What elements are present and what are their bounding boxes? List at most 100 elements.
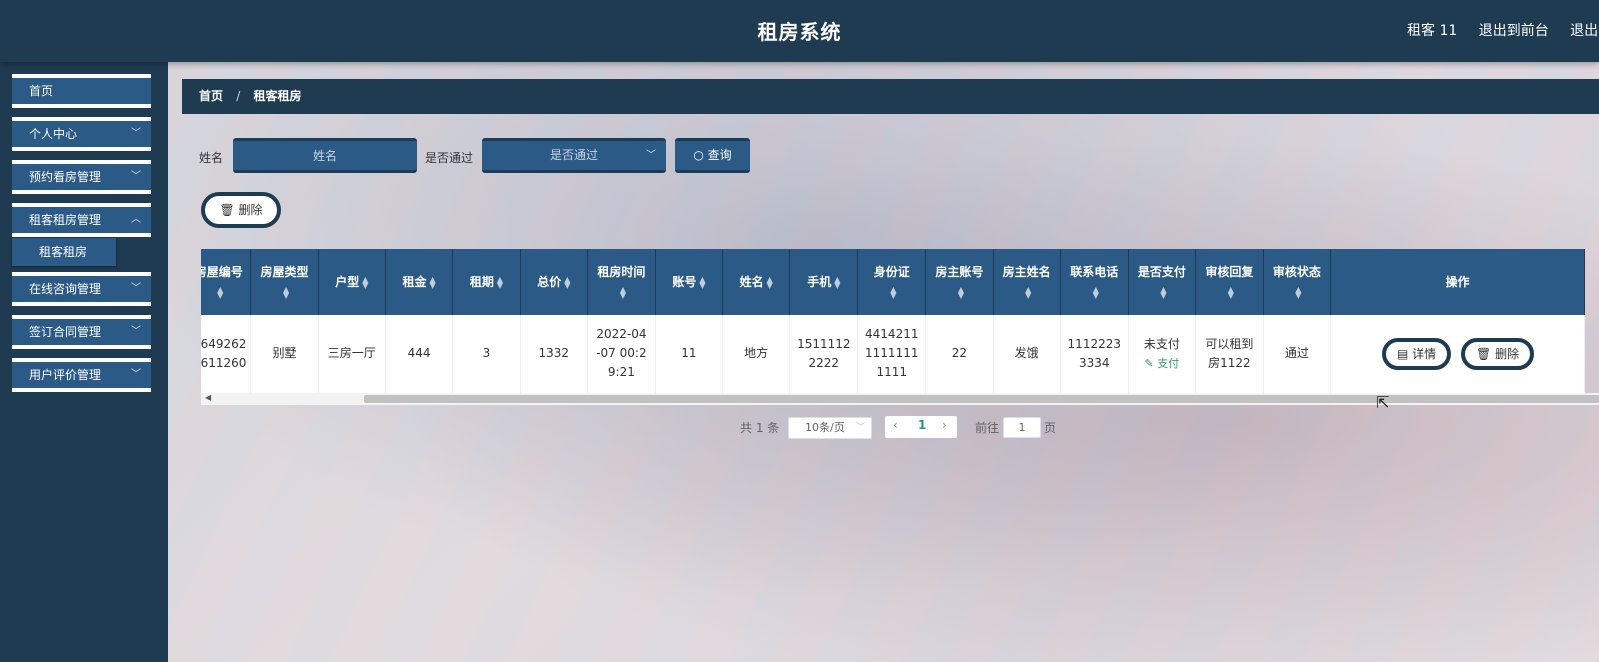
sort-icon[interactable]: ▲ ▼	[958, 285, 964, 299]
scroll-left-icon[interactable]: ◀	[205, 393, 211, 402]
name-search-input[interactable]	[233, 138, 417, 173]
sort-icon[interactable]: ▲ ▼	[1025, 285, 1031, 299]
sidebar-item-user-reviews[interactable]: 用户评价管理 ﹀	[12, 358, 151, 392]
column-header-layout[interactable]: 户型 ▲ ▼	[318, 249, 386, 315]
chevron-down-icon: ﹀	[131, 326, 141, 337]
column-header-account[interactable]: 账号 ▲ ▼	[655, 249, 724, 315]
row-delete-button[interactable]: 🗑 删除	[1461, 337, 1535, 370]
column-header-rent[interactable]: 租金 ▲ ▼	[385, 249, 454, 315]
app-title: 租房系统	[757, 20, 842, 44]
current-user: 租客 11	[1407, 23, 1458, 39]
detail-button[interactable]: ▤ 详情	[1381, 337, 1452, 370]
cell-paid: 未支付 ✎ 支付	[1128, 315, 1197, 394]
column-header-actions: 操作	[1330, 249, 1586, 315]
name-label: 姓名	[199, 151, 224, 165]
column-header-id-card[interactable]: 身份证 ▲ ▼	[857, 249, 927, 315]
column-header-contact[interactable]: 联系电话 ▲ ▼	[1060, 249, 1129, 315]
column-header-house-type[interactable]: 房屋类型 ▲ ▼	[250, 249, 319, 315]
column-header-name[interactable]: 姓名 ▲ ▼	[722, 249, 791, 315]
sort-icon[interactable]: ▲ ▼	[1228, 285, 1234, 299]
column-header-phone[interactable]: 手机 ▲ ▼	[789, 249, 859, 315]
pagination-total: 共 1 条	[740, 421, 780, 435]
batch-delete-button[interactable]: 🗑 删除	[201, 192, 281, 228]
sort-icon[interactable]: ▲ ▼	[1295, 285, 1301, 299]
sort-icon[interactable]: ▲ ▼	[890, 285, 896, 299]
sidebar-item-label: 个人中心	[29, 127, 78, 141]
chevron-up-icon: ︿	[131, 214, 141, 225]
column-header-review-status[interactable]: 审核状态 ▲ ▼	[1263, 249, 1331, 315]
sidebar-item-home[interactable]: 首页	[12, 74, 151, 108]
scrollbar-thumb[interactable]	[364, 395, 1599, 403]
pass-status-select[interactable]: 是否通过 ﹀	[482, 138, 666, 173]
back-to-front-link[interactable]: 退出到前台	[1479, 23, 1549, 39]
cell-house-no: 1649262 611260	[201, 315, 252, 394]
sort-icon[interactable]: ▲ ▼	[283, 285, 289, 299]
sidebar-item-label: 预约看房管理	[29, 170, 102, 184]
pass-label: 是否通过	[425, 151, 474, 165]
sort-icon[interactable]: ▲ ▼	[620, 285, 626, 299]
cell-id-card: 4414211 1111111 1111	[857, 315, 927, 394]
row-delete-label: 删除	[1495, 346, 1520, 361]
chevron-down-icon: ﹀	[131, 128, 141, 139]
mouse-cursor-icon: ⇱	[1376, 393, 1390, 412]
cell-contact: 1112223 3334	[1060, 315, 1129, 394]
pay-link[interactable]: ✎ 支付	[1129, 354, 1195, 373]
cell-house-type: 别墅	[250, 315, 319, 394]
sort-icon[interactable]: ▲ ▼	[497, 275, 503, 289]
page-size-select[interactable]: 10条/页 ﹀	[788, 417, 872, 439]
edit-icon: ✎	[1144, 356, 1154, 370]
logout-link[interactable]: 退出登	[1570, 23, 1599, 39]
breadcrumb-home[interactable]: 首页	[199, 89, 223, 103]
sort-icon[interactable]: ▲ ▼	[564, 275, 570, 289]
sort-icon[interactable]: ▲ ▼	[430, 275, 436, 289]
sidebar-item-label: 首页	[29, 84, 54, 98]
trash-icon: 🗑	[1476, 346, 1492, 361]
cell-rent-time: 2022-04 -07 00:2 9:21	[587, 315, 656, 394]
sidebar-item-label: 在线咨询管理	[29, 282, 102, 296]
sort-icon[interactable]: ▲ ▼	[362, 275, 368, 289]
rental-table: 房屋编号▲▼ 房屋类型▲▼ 户型▲▼ 租金▲▼ 租期▲▼ 总价▲▼ 租房时间▲▼…	[201, 249, 1586, 394]
column-header-review-reply[interactable]: 审核回复 ▲ ▼	[1195, 249, 1264, 315]
sidebar-item-contracts[interactable]: 签订合同管理 ﹀	[12, 315, 151, 349]
column-header-owner-account[interactable]: 房主账号 ▲ ▼	[925, 249, 994, 315]
page-number[interactable]: 1	[918, 418, 926, 432]
sidebar-item-online-consulting[interactable]: 在线咨询管理 ﹀	[12, 272, 151, 306]
trash-icon: 🗑	[219, 203, 235, 217]
goto-page-input[interactable]: 1	[1003, 417, 1041, 438]
table-row: 1649262 611260 别墅 三房一厅 444 3 1332 2022-0…	[201, 315, 1586, 394]
column-header-rent-time[interactable]: 租房时间 ▲ ▼	[587, 249, 656, 315]
sidebar-subitem-tenant-rental[interactable]: 租客租房	[12, 238, 116, 266]
sort-icon[interactable]: ▲ ▼	[699, 275, 705, 289]
sort-icon[interactable]: ▲ ▼	[1093, 285, 1099, 299]
pay-link-label: 支付	[1157, 356, 1180, 370]
query-button-label: 查询	[707, 148, 732, 162]
sidebar-item-personal-center[interactable]: 个人中心 ﹀	[12, 117, 151, 151]
next-page-icon[interactable]: ›	[942, 418, 947, 432]
sidebar-subitem-label: 租客租房	[39, 245, 88, 259]
cell-owner-account: 22	[925, 315, 994, 394]
column-header-paid[interactable]: 是否支付 ▲ ▼	[1128, 249, 1197, 315]
breadcrumb: 首页 / 租客租房	[182, 79, 1599, 114]
batch-delete-label: 删除	[238, 203, 263, 217]
sort-icon[interactable]: ▲ ▼	[217, 285, 223, 299]
cell-rent: 444	[385, 315, 454, 394]
detail-button-label: 详情	[1412, 346, 1437, 361]
sidebar-item-viewing-appointments[interactable]: 预约看房管理 ﹀	[12, 160, 151, 194]
sidebar: 首页 个人中心 ﹀ 预约看房管理 ﹀ 租客租房管理 ︿ 租客租房 在线咨询管理 …	[0, 62, 168, 662]
sidebar-item-tenant-rentals[interactable]: 租客租房管理 ︿	[12, 203, 151, 237]
sort-icon[interactable]: ▲ ▼	[767, 275, 773, 289]
column-header-term[interactable]: 租期 ▲ ▼	[452, 249, 521, 315]
query-button[interactable]: ○ 查询	[675, 138, 750, 173]
column-header-total[interactable]: 总价 ▲ ▼	[520, 249, 589, 315]
pass-status-select-value: 是否通过	[549, 148, 598, 162]
cell-review-reply: 可以租到 房1122	[1195, 315, 1264, 394]
column-header-house-no[interactable]: 房屋编号▲▼	[201, 249, 252, 315]
paid-status: 未支付	[1143, 336, 1180, 351]
cell-account: 11	[655, 315, 724, 394]
prev-page-icon[interactable]: ‹	[893, 418, 898, 432]
sort-icon[interactable]: ▲ ▼	[834, 275, 840, 289]
column-header-owner-name[interactable]: 房主姓名 ▲ ▼	[993, 249, 1061, 315]
sort-icon[interactable]: ▲ ▼	[1160, 285, 1166, 299]
cell-layout: 三房一厅	[318, 315, 386, 394]
top-header: 租房系统 租客 11 退出到前台 退出登	[0, 0, 1599, 62]
